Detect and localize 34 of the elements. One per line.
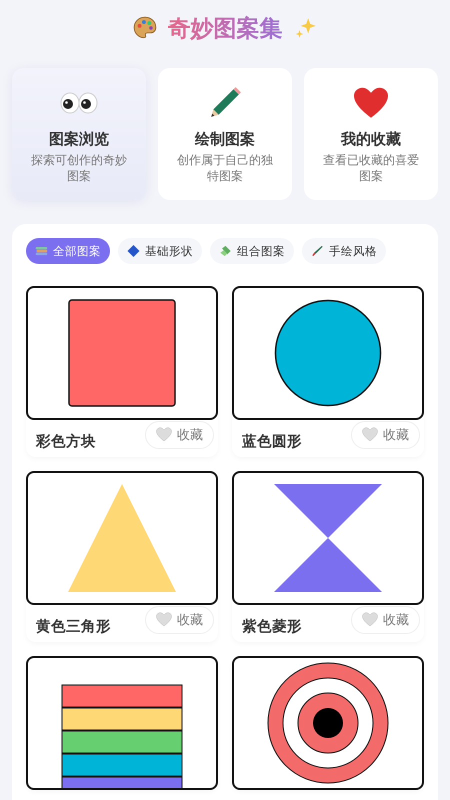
books-icon [35,245,48,257]
favorite-button[interactable]: 收藏 [145,606,214,634]
feature-description: 查看已收藏的喜爱图案 [322,153,420,184]
pattern-title: 黄色三角形 [36,618,111,636]
feature-title: 我的收藏 [341,130,401,149]
feature-title: 图案浏览 [49,130,109,149]
pattern-title: 彩色方块 [36,432,96,451]
category-tab[interactable]: 基础形状 [118,238,202,264]
pattern-title: 蓝色圆形 [242,432,302,451]
pattern-preview[interactable] [26,656,218,790]
pattern-preview[interactable] [26,286,218,420]
category-tab[interactable]: 全部图案 [26,238,110,264]
category-tab[interactable]: 组合图案 [210,238,294,264]
feature-description: 探索可创作的奇妙图案 [30,153,128,184]
feature-title: 绘制图案 [195,130,255,149]
feature-card[interactable]: 绘制图案 创作属于自己的独特图案 [158,68,292,200]
favorite-button[interactable]: 收藏 [145,420,214,448]
favorite-button[interactable]: 收藏 [351,606,420,634]
app-title: 奇妙图案集 [168,12,282,44]
pattern-preview[interactable] [26,471,218,605]
feature-card[interactable]: 图案浏览 探索可创作的奇妙图案 [12,68,146,200]
category-tab[interactable]: 手绘风格 [302,238,386,264]
favorite-button[interactable]: 收藏 [351,420,420,448]
brush-icon [311,245,324,257]
pattern-title: 紫色菱形 [242,618,302,636]
feature-card[interactable]: 我的收藏 查看已收藏的喜爱图案 [304,68,438,200]
pills-icon [219,245,232,257]
pattern-preview[interactable] [232,471,424,605]
pattern-preview[interactable] [232,286,424,420]
heart-icon [351,86,391,120]
palette-icon [132,15,158,41]
diamond-icon [127,245,140,257]
pattern-preview[interactable] [232,656,424,790]
feature-description: 创作属于自己的独特图案 [176,153,274,184]
